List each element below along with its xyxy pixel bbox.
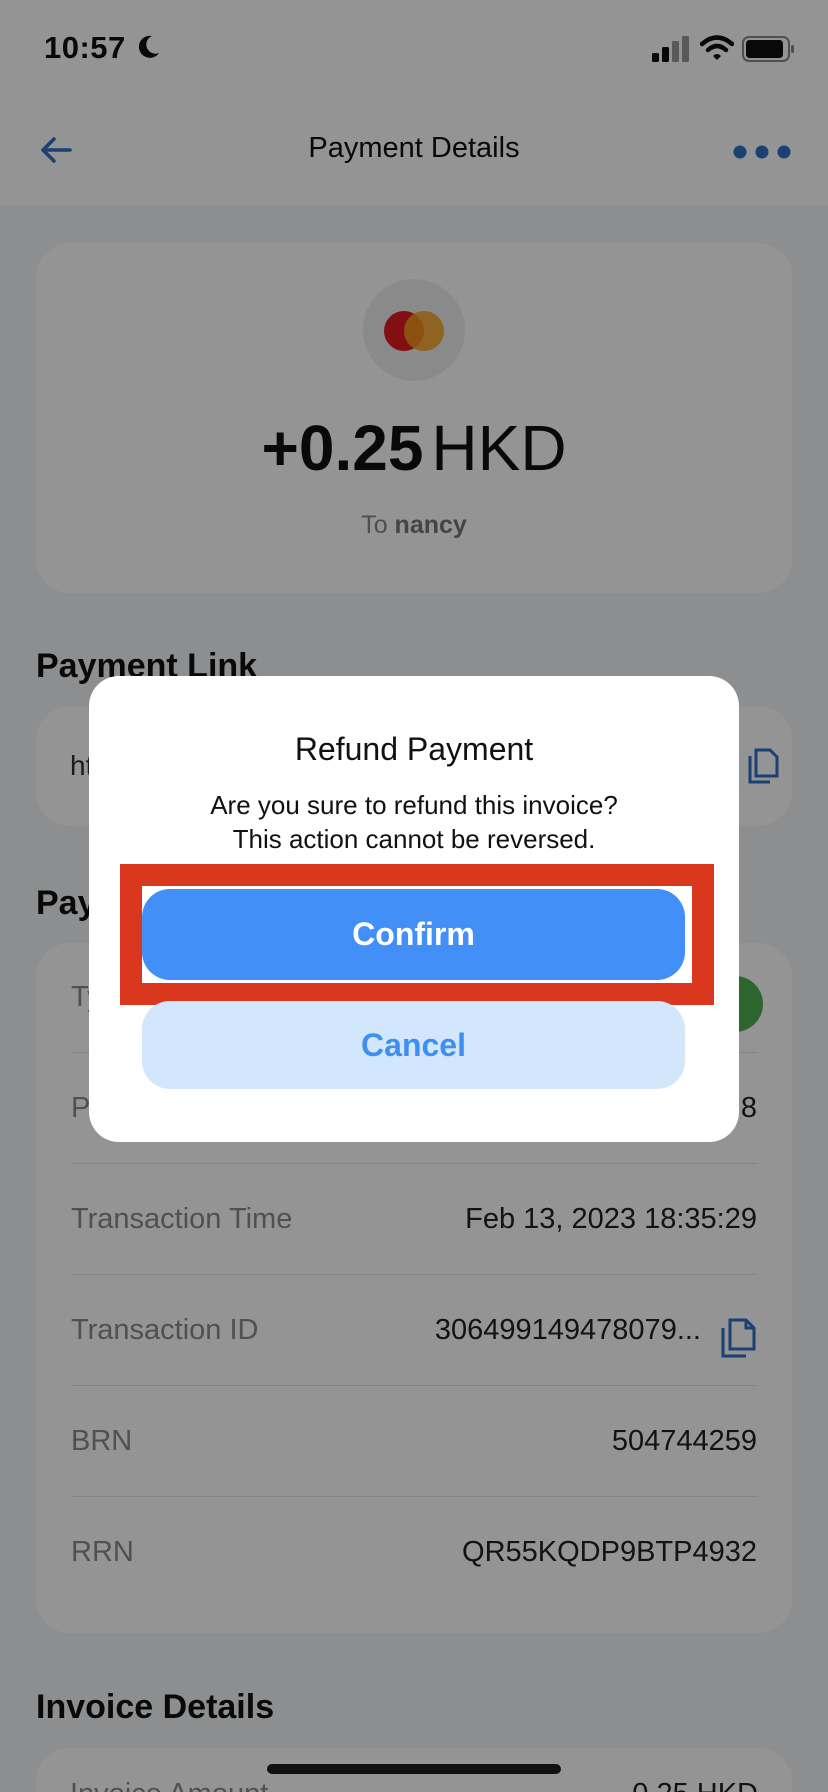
dialog-message-line-2: This action cannot be reversed.: [232, 824, 596, 854]
cancel-button[interactable]: Cancel: [142, 1001, 685, 1089]
home-indicator[interactable]: [267, 1764, 561, 1774]
dialog-message: Are you sure to refund this invoice? Thi…: [89, 788, 739, 856]
confirm-button[interactable]: Confirm: [142, 889, 685, 980]
dialog-message-line-1: Are you sure to refund this invoice?: [210, 790, 618, 820]
dialog-title: Refund Payment: [294, 731, 534, 767]
